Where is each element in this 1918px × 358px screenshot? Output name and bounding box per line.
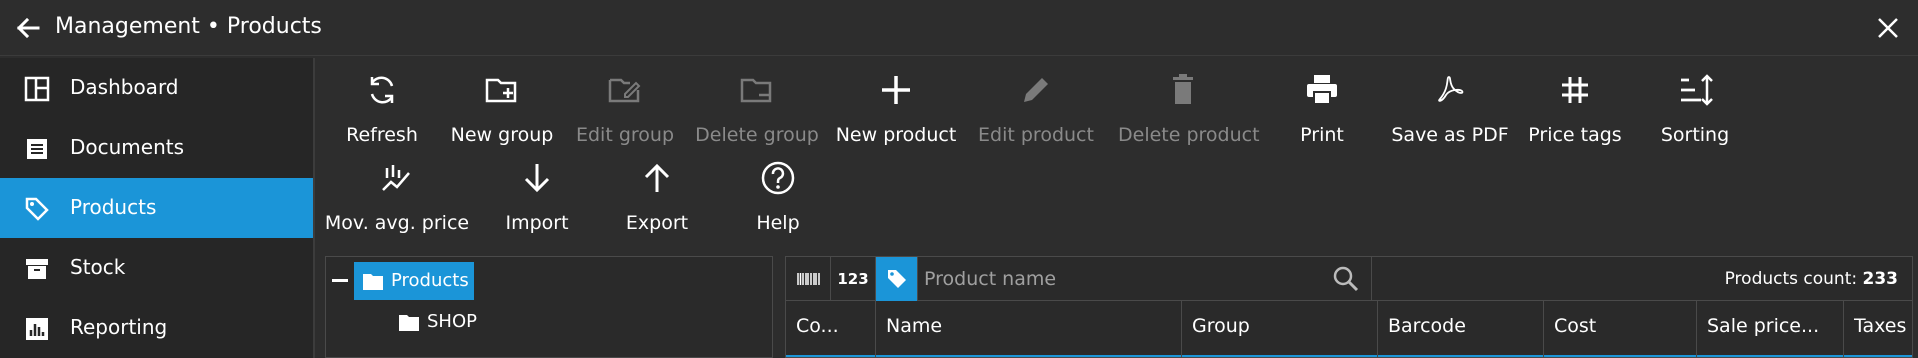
column-header-taxes[interactable]: Taxes: [1844, 301, 1912, 357]
tree-node-label: Products: [391, 270, 469, 291]
search-input[interactable]: [924, 263, 1324, 295]
sidebar-item-label: Stock: [70, 255, 126, 279]
mov-avg-price-label: Mov. avg. price: [324, 212, 470, 234]
delete-group-label: Delete group: [695, 124, 819, 146]
close-icon[interactable]: [1872, 12, 1904, 44]
documents-icon: [24, 136, 50, 162]
pencil-icon: [1018, 72, 1054, 108]
plus-icon: [878, 72, 914, 108]
arrow-down-icon: [519, 160, 555, 196]
table-header: Co... Name Group Barcode Cost Sale price…: [786, 301, 1912, 357]
group-tree: Products SHOP: [325, 256, 773, 358]
arrow-up-icon: [639, 160, 675, 196]
sidebar-item-label: Dashboard: [70, 75, 179, 99]
new-group-button[interactable]: New group: [437, 58, 567, 146]
delete-product-button[interactable]: Delete product: [1118, 58, 1260, 146]
new-product-label: New product: [835, 124, 957, 146]
tree-node-shop[interactable]: SHOP: [390, 307, 510, 339]
column-header-name[interactable]: Name: [876, 301, 1182, 357]
divider: [1371, 257, 1372, 301]
import-button[interactable]: Import: [472, 146, 602, 234]
folder-icon: [363, 272, 383, 290]
toolbar: Refresh New group Edit group Delete grou…: [317, 58, 1918, 248]
sidebar-item-products[interactable]: Products: [0, 178, 313, 238]
help-button[interactable]: Help: [713, 146, 843, 234]
tag-icon: [24, 196, 50, 222]
sidebar-item-dashboard[interactable]: Dashboard: [0, 58, 313, 118]
product-grid: 123 Products count: 233 Co... Name Group…: [785, 256, 1913, 358]
products-count-label: Products count:: [1724, 269, 1858, 289]
tree-node-products[interactable]: Products: [354, 262, 474, 300]
print-button[interactable]: Print: [1257, 58, 1387, 146]
column-header-barcode[interactable]: Barcode: [1378, 301, 1544, 357]
save-pdf-label: Save as PDF: [1391, 124, 1509, 146]
delete-product-label: Delete product: [1118, 124, 1260, 146]
back-arrow-icon[interactable]: [12, 12, 44, 44]
mov-avg-price-button[interactable]: Mov. avg. price: [317, 146, 477, 234]
products-count: Products count: 233: [1725, 269, 1898, 289]
window-title: Management • Products: [55, 14, 322, 39]
collapse-icon[interactable]: [332, 279, 348, 282]
search-icon[interactable]: [1332, 265, 1360, 293]
barcode-search-button[interactable]: [786, 257, 831, 301]
export-label: Export: [625, 212, 689, 234]
sidebar: Dashboard Documents Products Stock Repor…: [0, 58, 315, 358]
save-pdf-button[interactable]: Save as PDF: [1385, 58, 1515, 146]
edit-group-button[interactable]: Edit group: [560, 58, 690, 146]
column-header-sale-price[interactable]: Sale price...: [1697, 301, 1844, 357]
name-search-button[interactable]: [876, 257, 918, 301]
refresh-button[interactable]: Refresh: [317, 58, 447, 146]
printer-icon: [1304, 72, 1340, 108]
sidebar-item-reporting[interactable]: Reporting: [0, 298, 313, 358]
refresh-label: Refresh: [346, 124, 418, 146]
print-label: Print: [1300, 124, 1344, 146]
sort-icon: [1677, 72, 1713, 108]
column-header-group[interactable]: Group: [1182, 301, 1378, 357]
dashboard-icon: [24, 76, 50, 102]
column-header-code[interactable]: Co...: [786, 301, 876, 357]
sorting-label: Sorting: [1660, 124, 1730, 146]
pdf-icon: [1432, 72, 1468, 108]
new-product-button[interactable]: New product: [831, 58, 961, 146]
delete-group-button[interactable]: Delete group: [692, 58, 822, 146]
price-tags-label: Price tags: [1528, 124, 1622, 146]
sidebar-item-documents[interactable]: Documents: [0, 118, 313, 178]
tree-node-label: SHOP: [427, 311, 477, 332]
search-bar: 123 Products count: 233: [786, 257, 1912, 301]
sidebar-item-stock[interactable]: Stock: [0, 238, 313, 298]
stock-icon: [24, 256, 50, 282]
sorting-button[interactable]: Sorting: [1630, 58, 1760, 146]
title-bar: Management • Products: [0, 0, 1918, 56]
trend-chart-icon: [379, 160, 415, 196]
folder-icon: [399, 313, 419, 331]
column-header-cost[interactable]: Cost: [1544, 301, 1697, 357]
sidebar-item-label: Reporting: [70, 315, 168, 339]
sidebar-item-label: Products: [70, 195, 157, 219]
refresh-icon: [364, 72, 400, 108]
price-tags-button[interactable]: Price tags: [1510, 58, 1640, 146]
edit-product-label: Edit product: [978, 124, 1094, 146]
hash-icon: [1557, 72, 1593, 108]
help-icon: [760, 160, 796, 196]
import-label: Import: [505, 212, 569, 234]
folder-edit-icon: [607, 72, 643, 108]
folder-minus-icon: [739, 72, 775, 108]
export-button[interactable]: Export: [592, 146, 722, 234]
edit-product-button[interactable]: Edit product: [971, 58, 1101, 146]
folder-plus-icon: [484, 72, 520, 108]
sidebar-item-label: Documents: [70, 135, 185, 159]
trash-icon: [1165, 72, 1201, 108]
help-label: Help: [756, 212, 800, 234]
reporting-icon: [24, 316, 50, 342]
code-search-button[interactable]: 123: [831, 257, 876, 301]
new-group-label: New group: [450, 124, 554, 146]
products-count-value: 233: [1862, 269, 1899, 289]
edit-group-label: Edit group: [575, 124, 674, 146]
